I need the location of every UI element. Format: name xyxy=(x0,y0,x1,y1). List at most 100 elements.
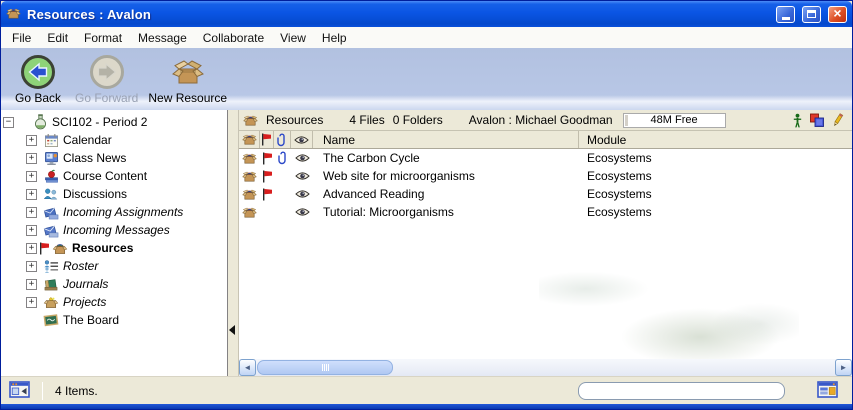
eye-icon xyxy=(294,135,309,145)
person-icon[interactable] xyxy=(793,113,802,128)
horizontal-scrollbar: ◄ ► xyxy=(239,359,852,376)
tree-item-incoming-messages[interactable]: + Incoming Messages xyxy=(1,221,227,239)
app-window: Resources : Avalon × FileEditFormatMessa… xyxy=(0,0,853,410)
tree-item-calendar[interactable]: + Calendar xyxy=(1,131,227,149)
eye-icon xyxy=(295,207,310,217)
go-forward-button[interactable]: Go Forward xyxy=(71,52,142,106)
resources-panel-header: Resources 4 Files 0 Folders Avalon : Mic… xyxy=(239,110,852,131)
eye-icon xyxy=(295,189,310,199)
window-bottom-border xyxy=(1,404,852,409)
menu-item-help[interactable]: Help xyxy=(314,29,355,47)
file-row-2[interactable]: Web site for microorganismsEcosystems xyxy=(239,167,852,185)
expand-box-icon[interactable]: + xyxy=(26,171,37,182)
minimize-icon xyxy=(782,17,790,20)
main-area: −SCI102 - Period 2 + Calendar + Class News + C… xyxy=(1,110,852,376)
scroll-left-button[interactable]: ◄ xyxy=(239,359,256,376)
tree-item-journals[interactable]: + Journals xyxy=(1,275,227,293)
column-attachment-icon[interactable] xyxy=(274,131,291,148)
maximize-button[interactable] xyxy=(802,6,821,23)
column-type-icon[interactable] xyxy=(239,131,260,148)
folders-count: 0 Folders xyxy=(393,113,443,127)
eye-icon xyxy=(295,171,310,181)
resources-icon xyxy=(52,240,68,256)
view-mode-icon[interactable] xyxy=(9,381,30,400)
used-space-bar xyxy=(625,115,628,126)
expand-box-icon[interactable]: + xyxy=(26,261,37,272)
expand-box-icon[interactable]: + xyxy=(26,153,37,164)
discussions-icon xyxy=(43,186,59,202)
scrollbar-track[interactable] xyxy=(394,359,835,376)
expand-box-icon[interactable]: + xyxy=(26,279,37,290)
column-flag-icon[interactable] xyxy=(260,131,274,148)
close-button[interactable]: × xyxy=(828,6,847,23)
tree-item-incoming-assignments[interactable]: + Incoming Assignments xyxy=(1,203,227,221)
file-module: Ecosystems xyxy=(579,203,852,221)
new-resource-button[interactable]: New Resource xyxy=(144,52,231,106)
file-row-3[interactable]: Advanced ReadingEcosystems xyxy=(239,185,852,203)
paperclip-icon xyxy=(278,151,288,165)
tree-item-label: Roster xyxy=(63,259,98,273)
go-back-button[interactable]: Go Back xyxy=(7,52,69,106)
file-list: The Carbon CycleEcosystemsWeb site for m… xyxy=(239,149,852,359)
tree-item-course-content[interactable]: + Course Content xyxy=(1,167,227,185)
tree-item-label: Course Content xyxy=(63,169,147,183)
menu-item-message[interactable]: Message xyxy=(130,29,195,47)
pencil-icon[interactable] xyxy=(832,113,844,128)
menu-item-file[interactable]: File xyxy=(4,29,39,47)
tree-item-label: Incoming Messages xyxy=(63,223,170,237)
expand-box-icon[interactable]: + xyxy=(26,207,37,218)
menu-item-collaborate[interactable]: Collaborate xyxy=(195,29,272,47)
column-header-name[interactable]: Name xyxy=(313,131,579,148)
file-row-1[interactable]: The Carbon CycleEcosystems xyxy=(239,149,852,167)
tree-item-label: Journals xyxy=(63,277,108,291)
expand-box-icon[interactable]: + xyxy=(26,135,37,146)
menu-item-edit[interactable]: Edit xyxy=(39,29,76,47)
file-row-4[interactable]: Tutorial: MicroorganismsEcosystems xyxy=(239,203,852,221)
tree-item-sci102-period-2[interactable]: −SCI102 - Period 2 xyxy=(1,113,227,131)
scrollbar-thumb[interactable] xyxy=(257,360,393,375)
tree-item-discussions[interactable]: +Discussions xyxy=(1,185,227,203)
paperclip-icon xyxy=(277,133,287,147)
expand-box-icon[interactable]: + xyxy=(26,189,37,200)
news-icon xyxy=(43,150,59,166)
tree-item-resources[interactable]: + Resources xyxy=(1,239,227,257)
resource-box-icon xyxy=(242,187,257,202)
tree-item-roster[interactable]: + Roster xyxy=(1,257,227,275)
assignments-icon xyxy=(43,204,59,220)
expand-box-icon[interactable]: + xyxy=(26,243,37,254)
journals-icon xyxy=(43,276,59,292)
column-header-module[interactable]: Module xyxy=(579,131,852,148)
column-visibility-icon[interactable] xyxy=(291,131,313,148)
tree-item-label: Calendar xyxy=(63,133,112,147)
scroll-right-button[interactable]: ► xyxy=(835,359,852,376)
resource-box-icon xyxy=(242,169,257,184)
splitter-collapse-icon[interactable] xyxy=(229,322,235,340)
eye-icon xyxy=(295,153,310,163)
flag-icon xyxy=(261,133,272,146)
items-count-label: 4 Items. xyxy=(55,384,98,398)
panel-splitter[interactable] xyxy=(228,110,238,376)
tree-item-label: Incoming Assignments xyxy=(63,205,183,219)
new-resource-icon xyxy=(171,53,205,91)
tree-item-label: Resources xyxy=(72,241,133,255)
menu-item-format[interactable]: Format xyxy=(76,29,130,47)
owner-label: Avalon : Michael Goodman xyxy=(469,113,613,127)
flag-icon xyxy=(262,152,273,165)
file-name: Advanced Reading xyxy=(313,185,579,203)
flag-icon xyxy=(262,188,273,201)
tree-item-projects[interactable]: +Projects xyxy=(1,293,227,311)
tree-item-class-news[interactable]: + Class News xyxy=(1,149,227,167)
menu-item-view[interactable]: View xyxy=(272,29,314,47)
status-field[interactable] xyxy=(578,382,785,400)
expand-box-icon[interactable]: + xyxy=(26,225,37,236)
minimize-button[interactable] xyxy=(776,6,795,23)
file-module: Ecosystems xyxy=(579,149,852,167)
flag-icon xyxy=(39,242,50,255)
tree-item-the-board[interactable]: The Board xyxy=(1,311,227,329)
expand-box-icon[interactable]: + xyxy=(26,297,37,308)
resource-box-icon xyxy=(243,113,258,128)
tree-item-label: Class News xyxy=(63,151,126,165)
collapse-box-icon[interactable]: − xyxy=(3,117,14,128)
layers-icon[interactable] xyxy=(809,113,825,128)
detail-view-icon[interactable] xyxy=(817,381,838,400)
